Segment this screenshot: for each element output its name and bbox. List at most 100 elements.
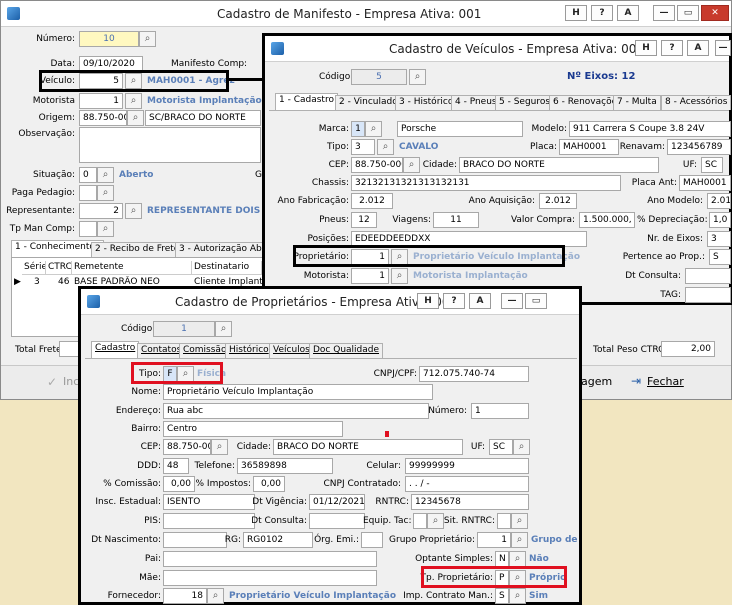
- ano-modelo-input[interactable]: 2.012: [707, 193, 731, 209]
- endereco-input[interactable]: Rua abc: [163, 403, 429, 419]
- minimize-button[interactable]: —: [653, 5, 675, 21]
- representante-search-icon[interactable]: ⌕: [125, 203, 142, 219]
- help-question-button[interactable]: ?: [443, 293, 465, 309]
- tab-cadastro[interactable]: 1 - Cadastro: [275, 93, 338, 110]
- motorista-search-icon[interactable]: ⌕: [391, 268, 408, 284]
- dt-vigencia-input[interactable]: 01/12/2021: [309, 494, 365, 510]
- celular-input[interactable]: 99999999: [405, 458, 529, 474]
- help-h-button[interactable]: H: [417, 293, 439, 309]
- insc-estadual-input[interactable]: ISENTO: [163, 494, 255, 510]
- motorista-input[interactable]: 1: [79, 93, 123, 109]
- rg-input[interactable]: RG0102: [243, 532, 313, 548]
- numero-search-icon[interactable]: ⌕: [139, 31, 156, 47]
- viagens-input[interactable]: 11: [433, 212, 479, 228]
- chassis-input[interactable]: 32132131321313132131: [351, 175, 621, 191]
- codigo-search-icon[interactable]: ⌕: [409, 69, 426, 85]
- grupo-proprietario-search-icon[interactable]: ⌕: [511, 532, 528, 548]
- codigo-input[interactable]: 5: [351, 69, 407, 85]
- grid-header-destinatario[interactable]: Destinatario: [192, 261, 262, 275]
- mae-input[interactable]: [163, 570, 377, 586]
- uf-input[interactable]: SC: [701, 157, 723, 173]
- motorista-search-icon[interactable]: ⌕: [125, 93, 142, 109]
- nome-input[interactable]: Proprietário Veículo Implantação: [163, 384, 433, 400]
- tag-input[interactable]: [685, 287, 731, 303]
- telefone-input[interactable]: 36589898: [237, 458, 333, 474]
- ano-fabricacao-input[interactable]: 2.012: [351, 193, 393, 209]
- cep-search-icon[interactable]: ⌕: [403, 157, 420, 173]
- sit-rntrc-input[interactable]: [497, 513, 511, 529]
- grid-header-ctrc[interactable]: CTRC: [46, 261, 72, 275]
- a-button[interactable]: A: [617, 5, 639, 21]
- tab-pneus[interactable]: 4 - Pneus: [451, 95, 501, 110]
- situacao-search-icon[interactable]: ⌕: [97, 167, 114, 183]
- marca-code-input[interactable]: 1: [351, 121, 365, 137]
- maximize-button[interactable]: ▭: [677, 5, 699, 21]
- optante-simples-search-icon[interactable]: ⌕: [509, 551, 526, 567]
- pertence-prop-input[interactable]: S: [709, 249, 731, 265]
- uf-search-icon[interactable]: ⌕: [513, 439, 530, 455]
- tab-doc-qualidade[interactable]: Doc Qualidade: [309, 343, 384, 358]
- dt-nascimento-input[interactable]: [163, 532, 227, 548]
- cidade-input[interactable]: BRACO DO NORTE: [273, 439, 463, 455]
- origem-cep-input[interactable]: 88.750-000: [79, 110, 127, 126]
- tab-conhecimentos[interactable]: 1 - Conhecimentos: [11, 240, 104, 257]
- imp-contrato-input[interactable]: S: [495, 588, 509, 604]
- tab-seguros[interactable]: 5 - Seguros: [495, 95, 555, 110]
- help-h-button[interactable]: H: [635, 40, 657, 56]
- placa-input[interactable]: MAH0001: [559, 139, 619, 155]
- representante-input[interactable]: 2: [79, 203, 123, 219]
- tab-historico[interactable]: 3 - Histórico: [395, 95, 458, 110]
- marca-search-icon[interactable]: ⌕: [365, 121, 382, 137]
- origem-search-icon[interactable]: ⌕: [127, 110, 144, 126]
- paga-pedagio-search-icon[interactable]: ⌕: [97, 185, 114, 201]
- tipo-input[interactable]: 3: [351, 139, 375, 155]
- dt-consulta-input[interactable]: [309, 513, 365, 529]
- renavam-input[interactable]: 123456789: [667, 139, 731, 155]
- valor-compra-input[interactable]: 1.500.000,: [579, 212, 635, 228]
- fornecedor-search-icon[interactable]: ⌕: [207, 588, 224, 604]
- situacao-input[interactable]: 0: [79, 167, 97, 183]
- org-emi-input[interactable]: [361, 532, 383, 548]
- codigo-input[interactable]: 1: [153, 321, 215, 337]
- help-h-button[interactable]: H: [565, 5, 587, 21]
- grupo-proprietario-input[interactable]: 1: [477, 532, 511, 548]
- equip-tac-input[interactable]: [413, 513, 427, 529]
- pai-input[interactable]: [163, 551, 377, 567]
- grid-header-serie[interactable]: Série: [22, 261, 46, 275]
- numero-input[interactable]: 1: [471, 403, 529, 419]
- cnpj-input[interactable]: 712.075.740-74: [419, 366, 529, 382]
- sit-rntrc-search-icon[interactable]: ⌕: [511, 513, 528, 529]
- grid-cell-serie[interactable]: 3: [32, 276, 46, 289]
- help-question-button[interactable]: ?: [591, 5, 613, 21]
- tipo-search-icon[interactable]: ⌕: [377, 139, 394, 155]
- comissao-input[interactable]: 0,00: [163, 476, 195, 492]
- pis-input[interactable]: [163, 513, 255, 529]
- paga-pedagio-input[interactable]: [79, 185, 97, 201]
- placa-ant-input[interactable]: MAH0001: [679, 175, 731, 191]
- minimize-button[interactable]: —: [715, 40, 731, 56]
- imp-contrato-search-icon[interactable]: ⌕: [509, 588, 526, 604]
- tp-man-comp-input[interactable]: [79, 221, 97, 237]
- codigo-search-icon[interactable]: ⌕: [215, 321, 232, 337]
- a-button[interactable]: A: [469, 293, 491, 309]
- numero-input[interactable]: 10: [79, 31, 139, 47]
- incluir-button[interactable]: Inc: [63, 375, 79, 389]
- tab-recibo-frete[interactable]: 2 - Recibo de Frete: [91, 242, 184, 257]
- pneus-input[interactable]: 12: [351, 212, 377, 228]
- cnpj-contratado-input[interactable]: . . / -: [405, 476, 529, 492]
- equip-tac-search-icon[interactable]: ⌕: [427, 513, 444, 529]
- modelo-input[interactable]: 911 Carrera S Coupe 3.8 24V: [569, 121, 731, 137]
- nr-eixos-input[interactable]: 3: [707, 231, 731, 247]
- origem-cidade-input[interactable]: SC/BRACO DO NORTE: [145, 110, 261, 126]
- grid-cell-ctrc[interactable]: 46: [56, 276, 72, 289]
- help-question-button[interactable]: ?: [661, 40, 683, 56]
- tab-autorizacao[interactable]: 3 - Autorização Abas: [175, 242, 276, 257]
- ano-aquisicao-input[interactable]: 2.012: [539, 193, 577, 209]
- tab-multa[interactable]: 7 - Multa: [613, 95, 661, 110]
- cep-search-icon[interactable]: ⌕: [211, 439, 228, 455]
- tab-cadastro[interactable]: Cadastro: [91, 341, 140, 358]
- bairro-input[interactable]: Centro: [163, 421, 343, 437]
- total-peso-input[interactable]: 2,00: [661, 341, 715, 357]
- tab-acessorios[interactable]: 8 - Acessórios: [661, 95, 732, 110]
- depreciacao-input[interactable]: 1,0: [709, 212, 731, 228]
